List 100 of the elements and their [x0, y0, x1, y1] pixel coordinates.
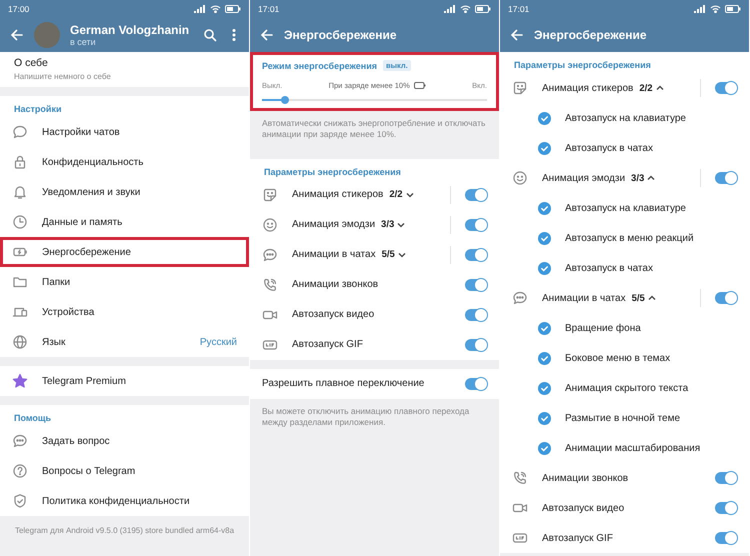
option-label: Размытие в ночной теме: [565, 412, 680, 424]
phone-icon: [512, 470, 528, 486]
wifi-icon: [210, 5, 221, 13]
checkbox[interactable]: [538, 262, 551, 274]
toggle-switch[interactable]: [465, 278, 487, 291]
checkbox[interactable]: [538, 112, 551, 124]
toggle-switch[interactable]: [715, 82, 737, 94]
checkbox[interactable]: [538, 442, 551, 454]
battery-icon: [475, 5, 491, 13]
setting-label: Анимации звонков: [542, 472, 628, 484]
star-icon: [12, 373, 28, 389]
checkbox[interactable]: [538, 232, 551, 244]
hint-text: Автоматически снижать энергопотребление и отключать анимации при заряде менее 10%.: [261, 117, 486, 142]
back-arrow-icon[interactable]: [260, 28, 274, 42]
option-label: Анимация скрытого текста: [565, 382, 688, 394]
signal-icon: [444, 5, 456, 13]
toggle-switch[interactable]: [465, 188, 487, 201]
expand-button[interactable]: 5/5: [632, 292, 656, 304]
section-heading: Настройки: [13, 103, 62, 116]
header-title: Энергосбережение: [284, 28, 398, 42]
toggle-switch[interactable]: [465, 378, 487, 390]
toggle-switch[interactable]: [715, 292, 737, 304]
option-label: Боковое меню в темах: [565, 352, 670, 364]
question-icon: [12, 463, 28, 479]
header-title: German Vologzhanin: [70, 23, 190, 37]
setting-label: Анимации в чатах: [542, 292, 626, 304]
hint-text: Вы можете отключить анимацию плавного перехода между разделами приложения.: [261, 404, 470, 430]
setting-label: Автозапуск видео: [542, 502, 624, 514]
option-label: Автозапуск в чатах: [565, 142, 653, 154]
toggle-switch[interactable]: [465, 338, 487, 351]
setting-label: Анимация стикеров: [542, 82, 634, 94]
checkbox[interactable]: [538, 352, 551, 364]
chevron-icon: [397, 220, 406, 229]
option-label: Автозапуск на клавиатуре: [565, 202, 686, 214]
wifi-icon: [710, 5, 721, 13]
setting-label: Анимации в чатах: [292, 249, 376, 260]
setting-label: Автозапуск GIF: [542, 532, 613, 544]
setting-label: Автозапуск видео: [292, 309, 374, 320]
clock-icon: [12, 214, 28, 230]
chevron-icon: [648, 294, 656, 302]
setting-label: Разрешить плавное переключение: [262, 378, 424, 390]
expand-button[interactable]: 5/5: [382, 249, 406, 260]
status-time: 17:01: [258, 4, 280, 14]
section-heading: Параметры энергосбережения: [513, 59, 652, 72]
chevron-icon: [647, 174, 656, 182]
section-heading: Параметры энергосбережения: [263, 166, 402, 179]
option-label: Анимации масштабирования: [565, 442, 700, 454]
signal-icon: [194, 5, 206, 13]
setting-label: Анимация эмодзи: [292, 219, 376, 230]
back-arrow-icon[interactable]: [10, 28, 24, 42]
toggle-switch[interactable]: [465, 248, 487, 261]
setting-label: Автозапуск GIF: [292, 339, 363, 350]
setting-label: Анимация эмодзи: [542, 172, 626, 184]
option-label: Автозапуск на клавиатуре: [565, 112, 686, 124]
toggle-switch[interactable]: [715, 172, 737, 184]
speech-bubble-dots-icon: [262, 246, 278, 263]
smiley-icon: [512, 170, 528, 186]
checkbox[interactable]: [538, 322, 551, 334]
battery-icon: [225, 5, 241, 13]
mode-title: Режим энергосбережения: [262, 60, 377, 70]
option-label: Автозапуск в меню реакций: [565, 232, 694, 244]
globe-icon: [12, 334, 28, 350]
sticker-icon: [262, 186, 278, 203]
chevron-icon: [406, 190, 414, 199]
bell-icon: [12, 184, 28, 200]
speech-bubble-icon: [12, 124, 28, 140]
shield-check-icon: [12, 493, 28, 509]
setting-label: Анимация стикеров: [292, 189, 384, 200]
toggle-switch[interactable]: [715, 472, 737, 484]
phone-icon: [262, 276, 278, 293]
checkbox[interactable]: [538, 412, 551, 424]
speech-bubble-dots-icon: [12, 433, 28, 449]
toggle-switch[interactable]: [465, 218, 487, 231]
toggle-switch[interactable]: [715, 532, 737, 544]
expand-button[interactable]: 2/2: [639, 82, 664, 94]
lock-icon: [12, 154, 28, 170]
language-value: Русский: [200, 336, 237, 348]
signal-icon: [694, 5, 706, 13]
option-label: Автозапуск в чатах: [565, 262, 653, 274]
about-title: О себе: [14, 57, 49, 69]
back-arrow-icon[interactable]: [510, 28, 524, 42]
expand-button[interactable]: 3/3: [631, 172, 656, 184]
slider-thumb[interactable]: [280, 96, 288, 104]
setting-label: Анимации звонков: [292, 279, 378, 290]
checkbox[interactable]: [538, 382, 551, 394]
online-status: в сети: [70, 37, 97, 47]
smiley-icon: [262, 216, 278, 233]
checkbox[interactable]: [538, 142, 551, 154]
toggle-switch[interactable]: [465, 308, 487, 321]
expand-button[interactable]: 2/2: [389, 189, 414, 200]
sticker-icon: [512, 80, 528, 96]
expand-button[interactable]: 3/3: [381, 219, 406, 230]
battery-icon: [725, 5, 741, 13]
checkbox[interactable]: [538, 202, 551, 214]
menu-item[interactable]: Энергосбережение: [0, 237, 249, 267]
chevron-icon: [656, 84, 664, 92]
search-icon[interactable]: [203, 28, 217, 42]
chevron-icon: [398, 250, 406, 259]
toggle-switch[interactable]: [715, 502, 737, 514]
version-text: Telegram для Android v9.5.0 (3195) store bundled arm64-v8a: [14, 525, 236, 537]
